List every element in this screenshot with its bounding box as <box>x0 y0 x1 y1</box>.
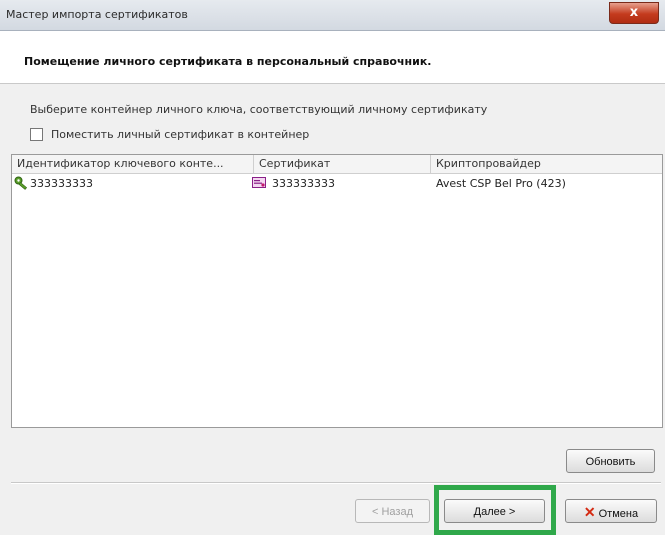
place-in-container-label[interactable]: Поместить личный сертификат в контейнер <box>51 128 309 141</box>
red-x-icon: ✕ <box>583 504 596 520</box>
certificate-id: 333333333 <box>272 177 335 190</box>
page-title: Помещение личного сертификата в персонал… <box>24 55 432 68</box>
instruction-text: Выберите контейнер личного ключа, соотве… <box>30 103 488 116</box>
window-title: Мастер импорта сертификатов <box>6 8 188 21</box>
certificate-icon <box>252 177 266 188</box>
column-header-provider[interactable]: Криптопровайдер <box>431 155 662 173</box>
container-id: 333333333 <box>30 177 93 190</box>
next-button[interactable]: Далее > <box>444 499 545 523</box>
key-icon <box>14 176 28 190</box>
title-bar: Мастер импорта сертификатов x <box>0 0 665 31</box>
list-header: Идентификатор ключевого конте... Сертифи… <box>12 155 662 174</box>
place-in-container-option[interactable]: Поместить личный сертификат в контейнер <box>30 126 309 142</box>
close-button[interactable]: x <box>609 2 659 24</box>
column-header-container[interactable]: Идентификатор ключевого конте... <box>12 155 254 173</box>
table-row[interactable]: 333333333 333333333 Avest CSP Bel Pro (4… <box>12 175 662 192</box>
key-container-list[interactable]: Идентификатор ключевого конте... Сертифи… <box>11 154 663 428</box>
container-cell[interactable]: 333333333 <box>14 175 252 192</box>
back-button[interactable]: < Назад <box>355 499 430 523</box>
cancel-label: Отмена <box>598 508 639 520</box>
wizard-header: Помещение личного сертификата в персонал… <box>0 31 665 84</box>
place-in-container-checkbox[interactable] <box>30 127 43 141</box>
refresh-button[interactable]: Обновить <box>566 449 655 473</box>
close-icon: x <box>629 5 639 20</box>
cancel-button[interactable]: ✕ Отмена <box>565 499 657 523</box>
certificate-cell[interactable]: 333333333 <box>252 175 429 192</box>
import-wizard-window: Мастер импорта сертификатов x Помещение … <box>0 0 665 535</box>
crypto-provider-name: Avest CSP Bel Pro (423) <box>436 177 566 190</box>
separator-line <box>11 482 661 484</box>
column-header-certificate[interactable]: Сертификат <box>254 155 431 173</box>
provider-cell[interactable]: Avest CSP Bel Pro (423) <box>436 175 656 192</box>
